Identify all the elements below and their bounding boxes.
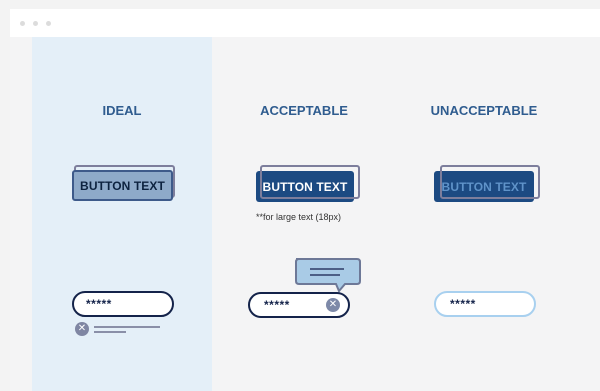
large-text-note: **for large text (18px) [256,212,342,222]
close-icon[interactable]: ✕ [75,322,89,336]
acceptable-button[interactable]: BUTTON TEXT [256,165,360,203]
close-icon[interactable]: ✕ [326,298,340,312]
acceptable-heading: ACCEPTABLE [260,103,348,118]
button-outline [260,165,360,199]
window-dot-icon[interactable] [33,21,38,26]
browser-window: IDEAL ACCEPTABLE UNACCEPTABLE BUTTON TEX… [10,9,600,391]
password-value: ***** [86,297,112,311]
unacceptable-heading: UNACCEPTABLE [430,103,538,118]
comparison-panel: IDEAL ACCEPTABLE UNACCEPTABLE BUTTON TEX… [10,37,600,391]
ideal-password-field[interactable]: ***** [72,291,174,317]
password-value: ***** [450,297,476,311]
ideal-button[interactable]: BUTTON TEXT [72,165,176,202]
ideal-column-background [32,37,212,391]
error-message-line [94,331,126,333]
window-dot-icon[interactable] [20,21,25,26]
unacceptable-button[interactable]: BUTTON TEXT [434,165,540,203]
error-message-line [94,326,160,328]
unacceptable-password-field[interactable]: ***** [434,291,536,317]
tooltip-icon [295,258,361,293]
ideal-heading: IDEAL [102,103,142,118]
ideal-button-label: BUTTON TEXT [72,170,173,201]
password-value: ***** [264,298,290,312]
window-dot-icon[interactable] [46,21,51,26]
title-bar [10,9,600,37]
button-outline [440,165,540,199]
